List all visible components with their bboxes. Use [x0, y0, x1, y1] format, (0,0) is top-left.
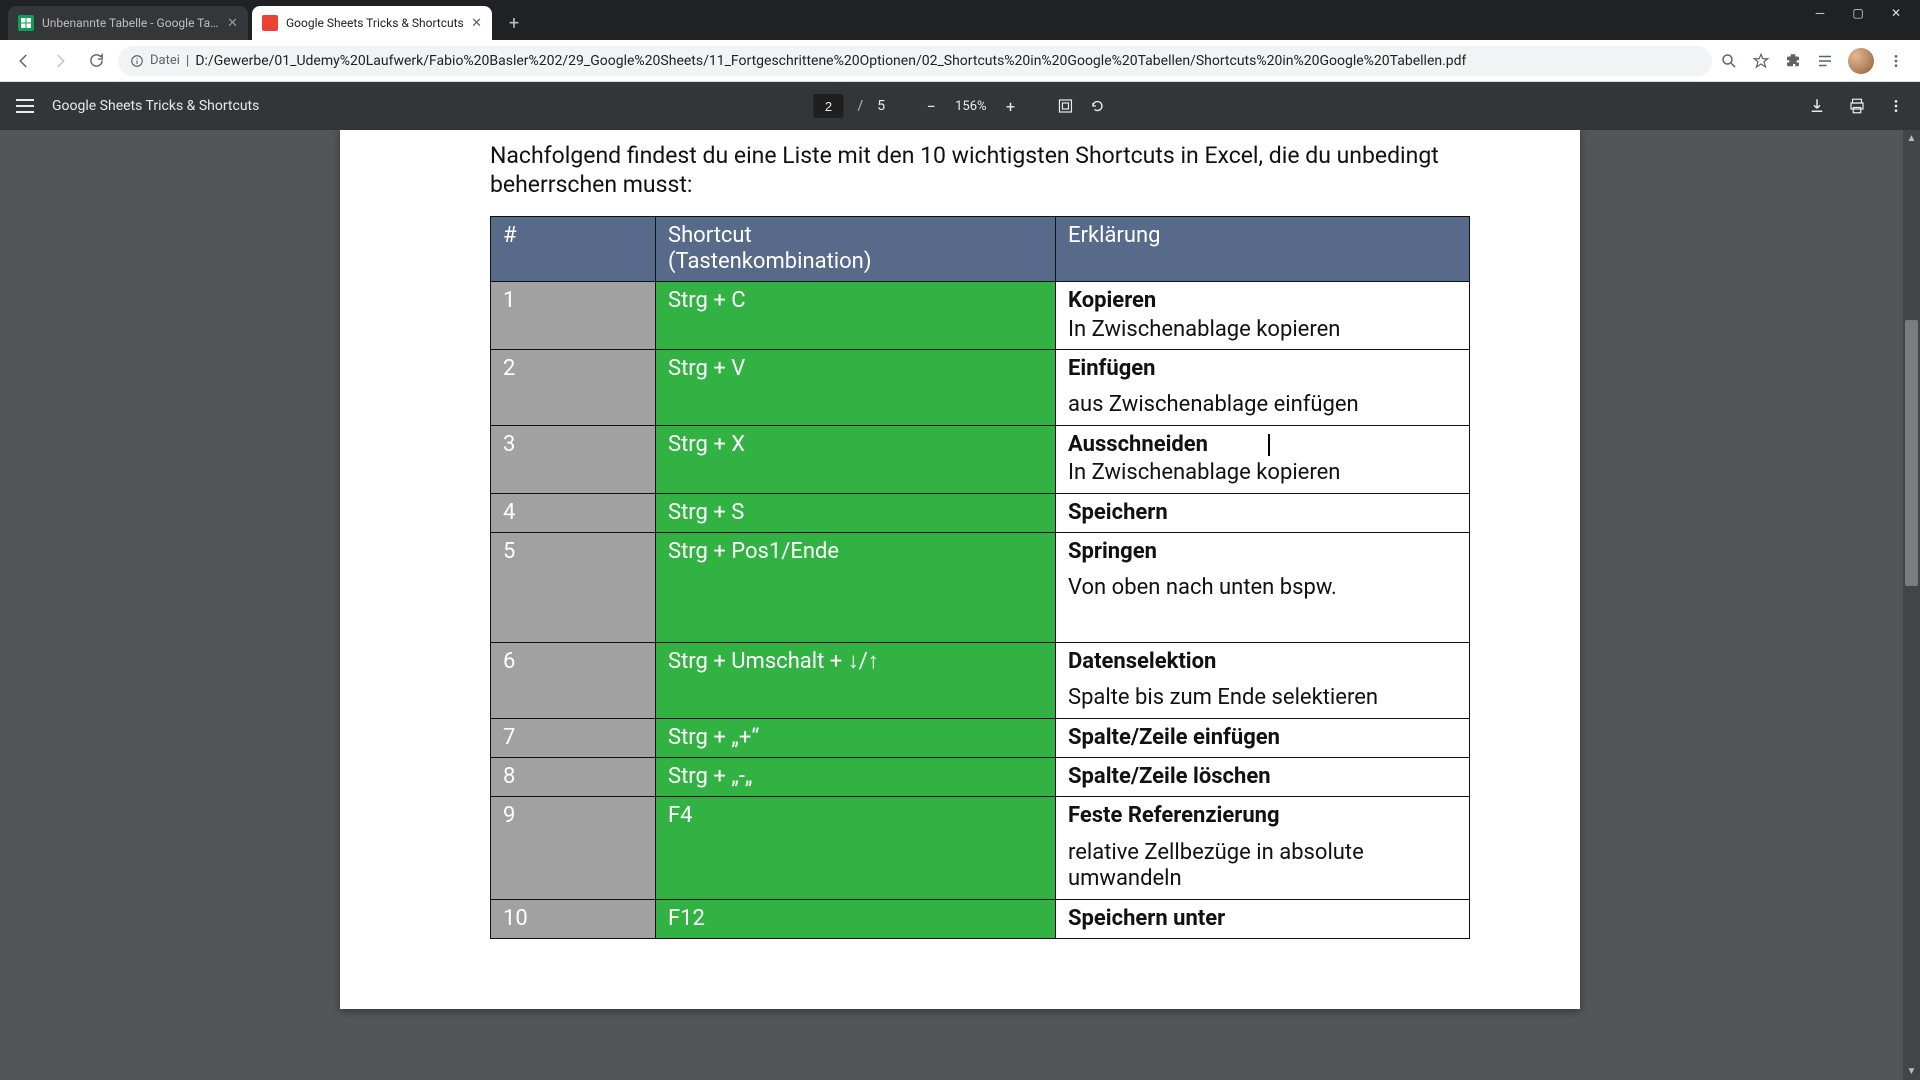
row-shortcut: Strg + Pos1/Ende	[656, 533, 1056, 643]
sheets-icon	[18, 15, 34, 31]
shortcuts-table: # Shortcut (Tastenkombination) Erklärung…	[490, 216, 1470, 939]
page-total: 5	[877, 98, 885, 114]
row-shortcut: Strg + C	[656, 282, 1056, 350]
zoom-out-button[interactable]: −	[921, 97, 941, 116]
th-explain: Erklärung	[1056, 216, 1470, 282]
table-row: 7Strg + „+“Spalte/Zeile einfügen	[491, 718, 1470, 757]
close-icon[interactable]: ✕	[471, 16, 482, 31]
download-icon[interactable]	[1808, 97, 1826, 115]
page-number-input[interactable]	[813, 94, 843, 118]
row-explain: SpringenVon oben nach unten bspw.	[1056, 533, 1470, 643]
row-number: 6	[491, 642, 656, 718]
row-number: 8	[491, 757, 656, 796]
intro-text: Nachfolgend findest du eine Liste mit de…	[340, 130, 1580, 216]
row-shortcut: Strg + X	[656, 425, 1056, 493]
tab-pdf[interactable]: Google Sheets Tricks & Shortcuts ✕	[252, 6, 492, 40]
tab-title: Unbenannte Tabelle - Google Tabellen	[42, 16, 221, 30]
tab-strip: Unbenannte Tabelle - Google Tabellen ✕ G…	[0, 0, 1920, 40]
tab-google-sheets-doc[interactable]: Unbenannte Tabelle - Google Tabellen ✕	[8, 6, 248, 40]
row-explain: Spalte/Zeile einfügen	[1056, 718, 1470, 757]
print-icon[interactable]	[1848, 97, 1866, 115]
row-shortcut: Strg + Umschalt + ↓/↑	[656, 642, 1056, 718]
zoom-in-button[interactable]: +	[1001, 97, 1021, 116]
row-shortcut: Strg + „-„	[656, 757, 1056, 796]
table-row: 9F4Feste Referenzierungrelative Zellbezü…	[491, 797, 1470, 899]
row-shortcut: F12	[656, 899, 1056, 938]
zoom-indicator-icon[interactable]	[1720, 52, 1738, 70]
text-cursor	[1268, 434, 1270, 456]
row-number: 2	[491, 350, 656, 426]
row-explain: Feste Referenzierungrelative Zellbezüge …	[1056, 797, 1470, 899]
row-explain: Einfügenaus Zwischenablage einfügen	[1056, 350, 1470, 426]
row-shortcut: Strg + S	[656, 493, 1056, 532]
minimize-button[interactable]: ─	[1812, 6, 1828, 34]
address-bar: Datei | D:/Gewerbe/01_Udemy%20Laufwerk/F…	[0, 40, 1920, 82]
th-number: #	[491, 216, 656, 282]
fit-page-icon[interactable]	[1057, 97, 1075, 115]
url-field[interactable]: Datei | D:/Gewerbe/01_Udemy%20Laufwerk/F…	[118, 46, 1712, 76]
scroll-down-icon[interactable]: ▼	[1903, 1063, 1920, 1080]
row-explain: KopierenIn Zwischenablage kopieren	[1056, 282, 1470, 350]
row-explain: Spalte/Zeile löschen	[1056, 757, 1470, 796]
reload-button[interactable]	[82, 47, 110, 75]
bookmark-icon[interactable]	[1752, 52, 1770, 70]
row-explain: AusschneidenIn Zwischenablage kopieren	[1056, 425, 1470, 493]
th-shortcut: Shortcut (Tastenkombination)	[656, 216, 1056, 282]
maximize-button[interactable]: ▢	[1850, 6, 1866, 34]
pdf-page: Nachfolgend findest du eine Liste mit de…	[340, 130, 1580, 1009]
table-row: 10F12Speichern unter	[491, 899, 1470, 938]
sidebar-toggle-icon[interactable]	[16, 99, 34, 113]
row-shortcut: F4	[656, 797, 1056, 899]
pdf-title: Google Sheets Tricks & Shortcuts	[52, 98, 259, 114]
row-number: 5	[491, 533, 656, 643]
table-row: 6Strg + Umschalt + ↓/↑DatenselektionSpal…	[491, 642, 1470, 718]
scroll-up-icon[interactable]: ▲	[1903, 130, 1920, 147]
rotate-icon[interactable]	[1089, 97, 1107, 115]
row-shortcut: Strg + V	[656, 350, 1056, 426]
close-icon[interactable]: ✕	[227, 16, 238, 31]
pdf-viewport[interactable]: Nachfolgend findest du eine Liste mit de…	[0, 130, 1920, 1080]
table-row: 1Strg + CKopierenIn Zwischenablage kopie…	[491, 282, 1470, 350]
row-number: 7	[491, 718, 656, 757]
row-number: 10	[491, 899, 656, 938]
row-number: 9	[491, 797, 656, 899]
window-controls: ─ ▢ ✕	[1812, 0, 1920, 34]
pdf-icon	[262, 15, 278, 31]
url-path: D:/Gewerbe/01_Udemy%20Laufwerk/Fabio%20B…	[195, 53, 1466, 69]
table-row: 2Strg + VEinfügenaus Zwischenablage einf…	[491, 350, 1470, 426]
scrollbar-thumb[interactable]	[1905, 320, 1918, 586]
browser-menu-icon[interactable]	[1888, 53, 1904, 69]
back-button[interactable]	[10, 47, 38, 75]
row-explain: Speichern	[1056, 493, 1470, 532]
row-number: 1	[491, 282, 656, 350]
url-scheme: Datei	[150, 53, 180, 68]
table-row: 8Strg + „-„Spalte/Zeile löschen	[491, 757, 1470, 796]
profile-avatar[interactable]	[1848, 48, 1874, 74]
tab-title: Google Sheets Tricks & Shortcuts	[286, 16, 465, 30]
extensions-icon[interactable]	[1784, 52, 1802, 70]
vertical-scrollbar[interactable]: ▲ ▼	[1903, 130, 1920, 1080]
new-tab-button[interactable]: +	[500, 9, 528, 37]
table-row: 4Strg + SSpeichern	[491, 493, 1470, 532]
info-icon	[130, 54, 144, 68]
row-number: 4	[491, 493, 656, 532]
forward-button[interactable]	[46, 47, 74, 75]
row-shortcut: Strg + „+“	[656, 718, 1056, 757]
close-window-button[interactable]: ✕	[1888, 6, 1904, 34]
row-explain: Speichern unter	[1056, 899, 1470, 938]
row-explain: DatenselektionSpalte bis zum Ende selekt…	[1056, 642, 1470, 718]
zoom-level: 156%	[955, 99, 986, 114]
pdf-toolbar: Google Sheets Tricks & Shortcuts / 5 − 1…	[0, 82, 1920, 130]
pdf-menu-icon[interactable]	[1888, 98, 1904, 114]
row-number: 3	[491, 425, 656, 493]
reading-list-icon[interactable]	[1816, 52, 1834, 70]
table-row: 3Strg + XAusschneidenIn Zwischenablage k…	[491, 425, 1470, 493]
table-row: 5Strg + Pos1/EndeSpringenVon oben nach u…	[491, 533, 1470, 643]
